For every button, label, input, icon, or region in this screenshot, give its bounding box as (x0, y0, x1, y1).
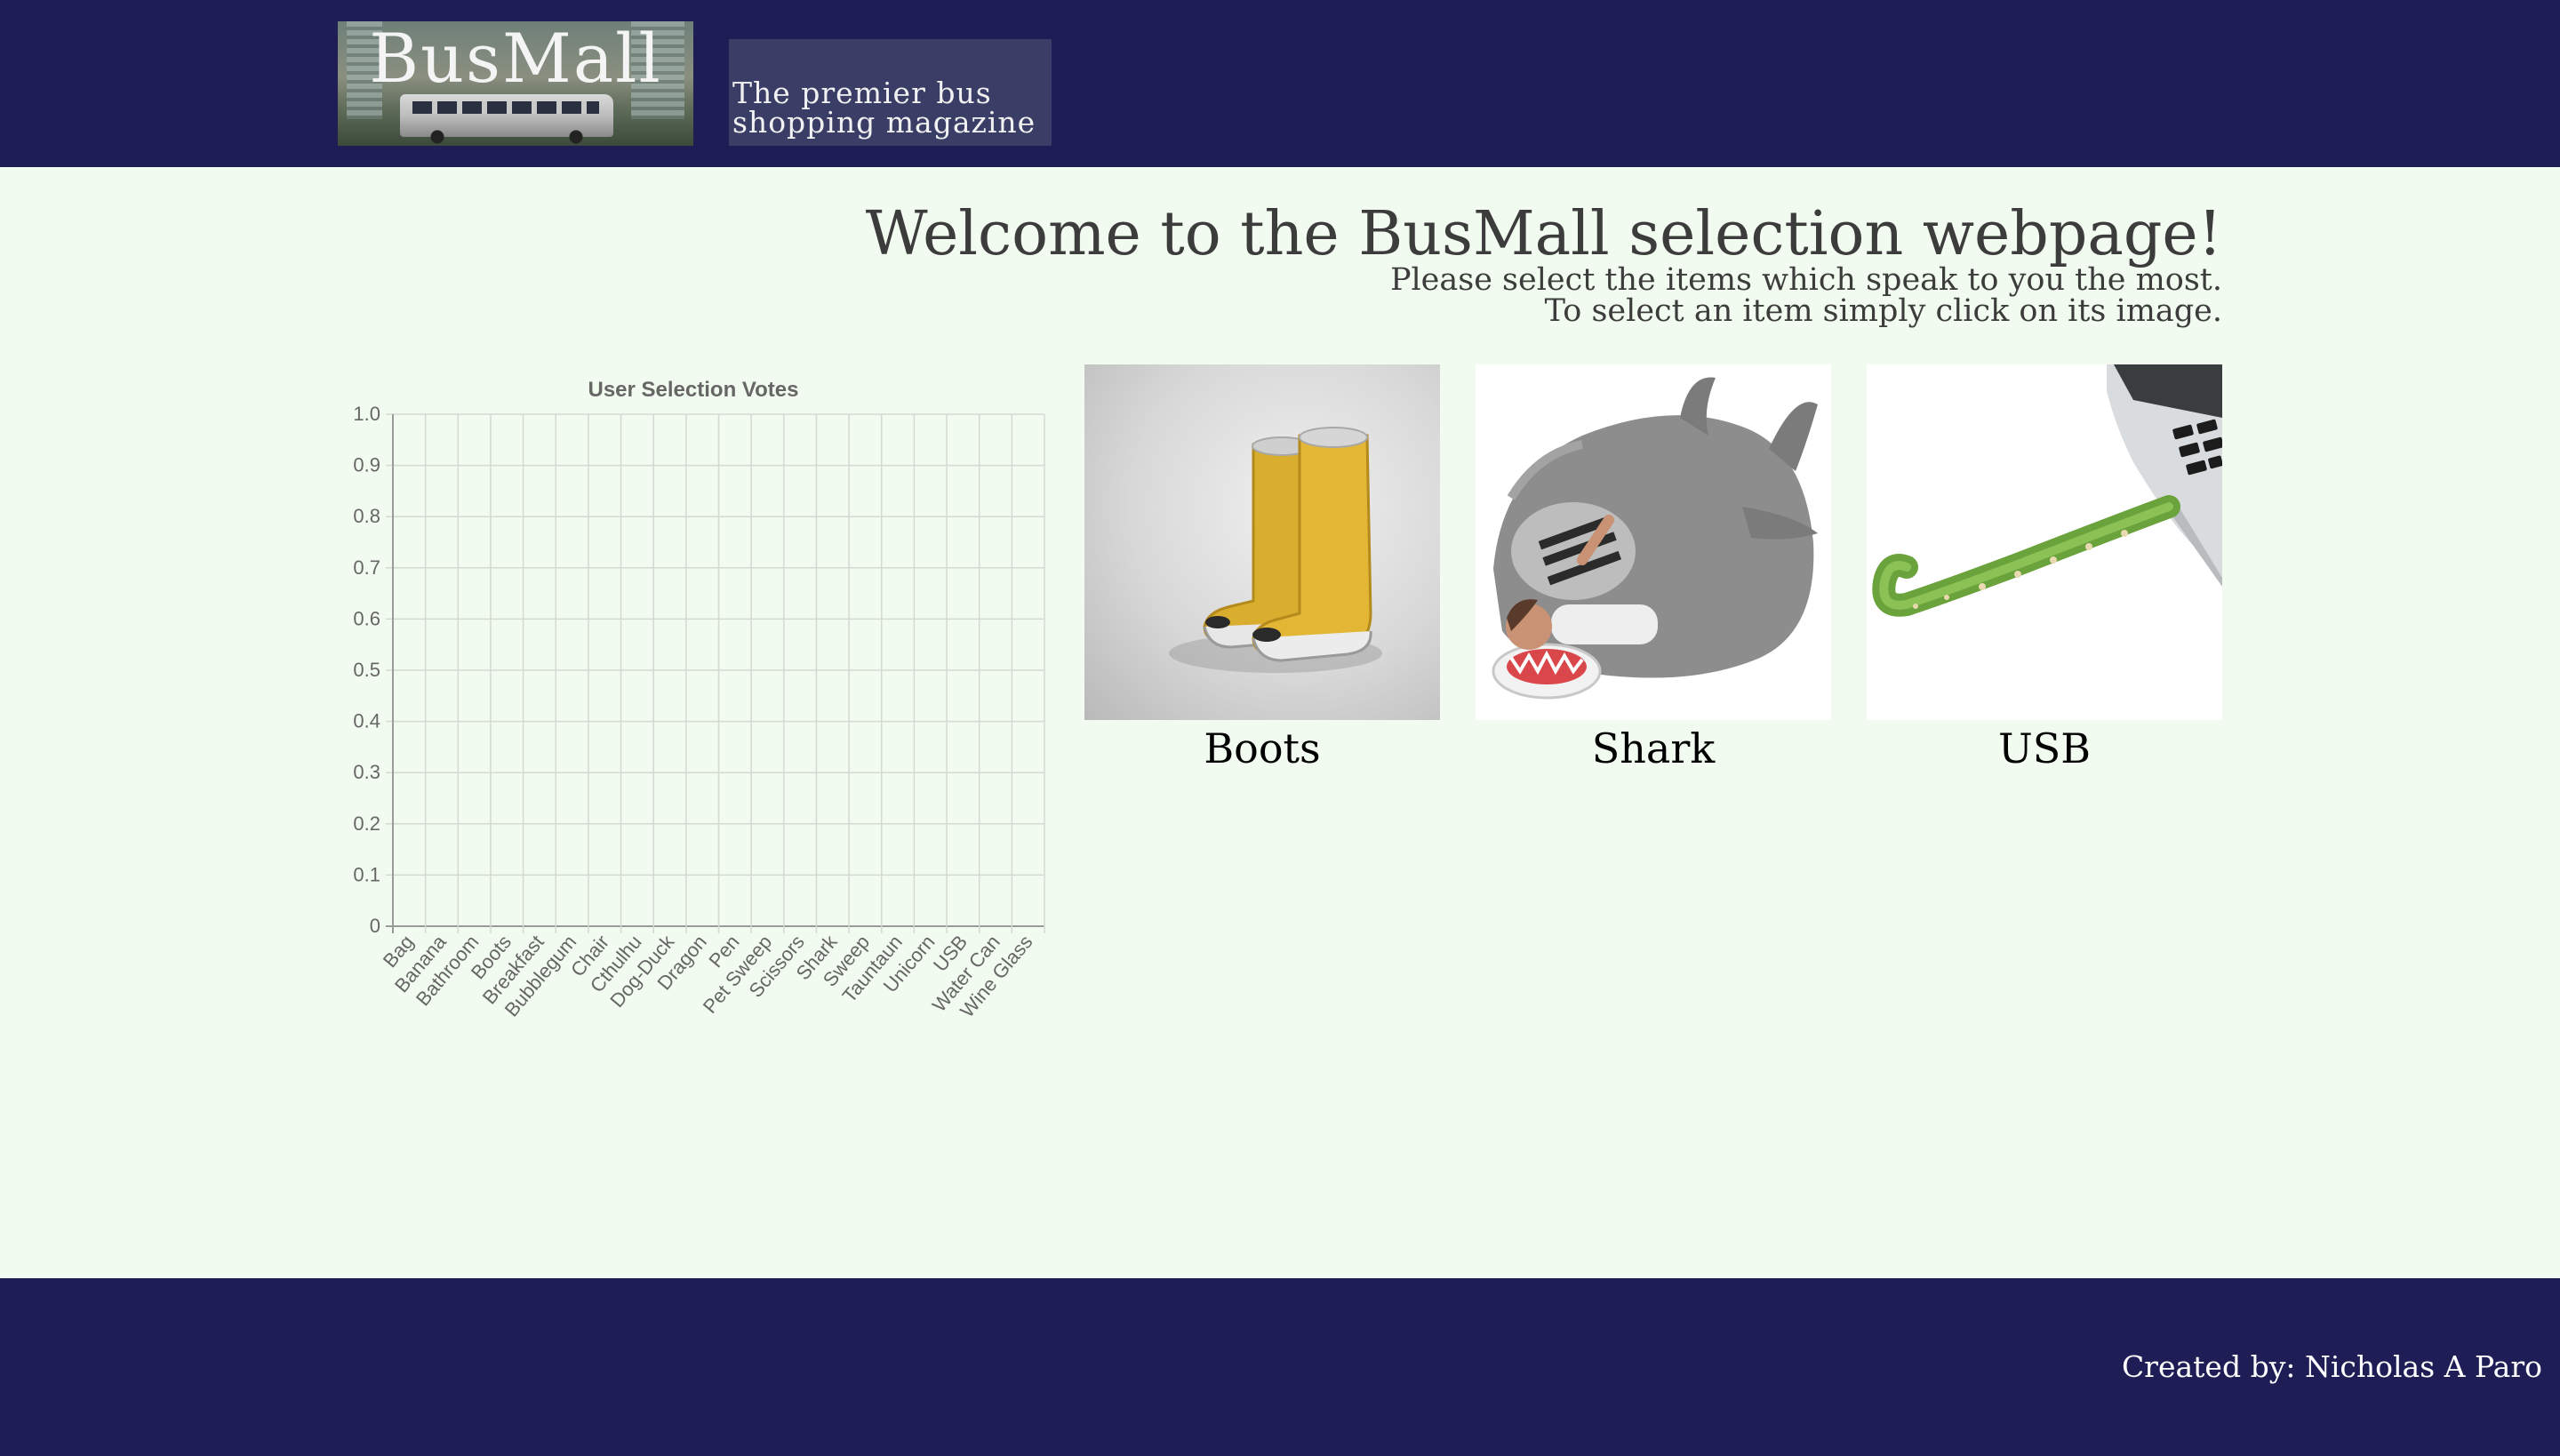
votes-chart: User Selection Votes 0 0.1 0.2 0.3 0.4 0.5 0.6… (338, 373, 1049, 1067)
votes-chart-svg: User Selection Votes 0 0.1 0.2 0.3 0.4 0.5 0.6… (353, 378, 1045, 1021)
y-tick-label: 0.6 (353, 607, 380, 629)
instructions-line-1: Please select the items which speak to y… (1389, 262, 2222, 298)
shark-icon (1492, 377, 1818, 700)
instructions-line-2: To select an item simply click on its im… (1544, 293, 2222, 329)
product-card-boots[interactable]: Boots (1084, 364, 1440, 775)
boots-icon (1169, 427, 1382, 673)
chart-title: User Selection Votes (588, 378, 799, 402)
main-content: Welcome to the BusMall selection webpage… (0, 167, 2560, 1278)
page-root: BusMall The premier bus shopping magazin… (0, 0, 2560, 1456)
welcome-heading: Welcome to the BusMall selection webpage… (865, 199, 2222, 269)
chart-y-ticks: 0 0.1 0.2 0.3 0.4 0.5 0.6 0.7 0.8 0.9 1.0 (353, 403, 380, 937)
tentacle-usb-icon (1872, 364, 2222, 617)
y-tick-label: 0 (370, 915, 380, 937)
y-tick-label: 0.1 (353, 863, 380, 885)
y-tick-label: 0.5 (353, 659, 380, 681)
usb-image[interactable] (1867, 364, 2222, 720)
product-caption-usb: USB (1997, 724, 2092, 772)
product-caption-shark: Shark (1591, 724, 1716, 772)
y-tick-label: 0.3 (353, 761, 380, 783)
shark-image[interactable] (1476, 364, 1831, 720)
site-header: BusMall The premier bus shopping magazin… (0, 0, 2560, 167)
y-tick-label: 0.4 (353, 710, 380, 732)
y-tick-label: 1.0 (353, 403, 380, 425)
y-tick-label: 0.7 (353, 556, 380, 579)
instructions: Please select the items which speak to y… (1390, 265, 2222, 327)
product-caption-boots: Boots (1204, 724, 1321, 772)
boots-image[interactable] (1084, 364, 1440, 720)
chart-grid (386, 413, 1045, 933)
footer-credit: Created by: Nicholas A Paro (2121, 1349, 2542, 1384)
y-tick-label: 0.9 (353, 454, 380, 476)
y-tick-label: 0.8 (353, 505, 380, 527)
logo-bus (400, 94, 613, 144)
site-footer: Created by: Nicholas A Paro (0, 1278, 2560, 1456)
product-card-usb[interactable]: USB (1867, 364, 2222, 775)
tagline: The premier bus shopping magazine (732, 76, 1036, 140)
logo-text: BusMall (369, 21, 662, 98)
chart-x-ticks: BagBananaBathroomBootsBreakfastBubblegum… (379, 930, 1037, 1021)
busmall-logo: BusMall (338, 21, 693, 146)
y-tick-label: 0.2 (353, 812, 380, 835)
product-card-shark[interactable]: Shark (1476, 364, 1831, 775)
